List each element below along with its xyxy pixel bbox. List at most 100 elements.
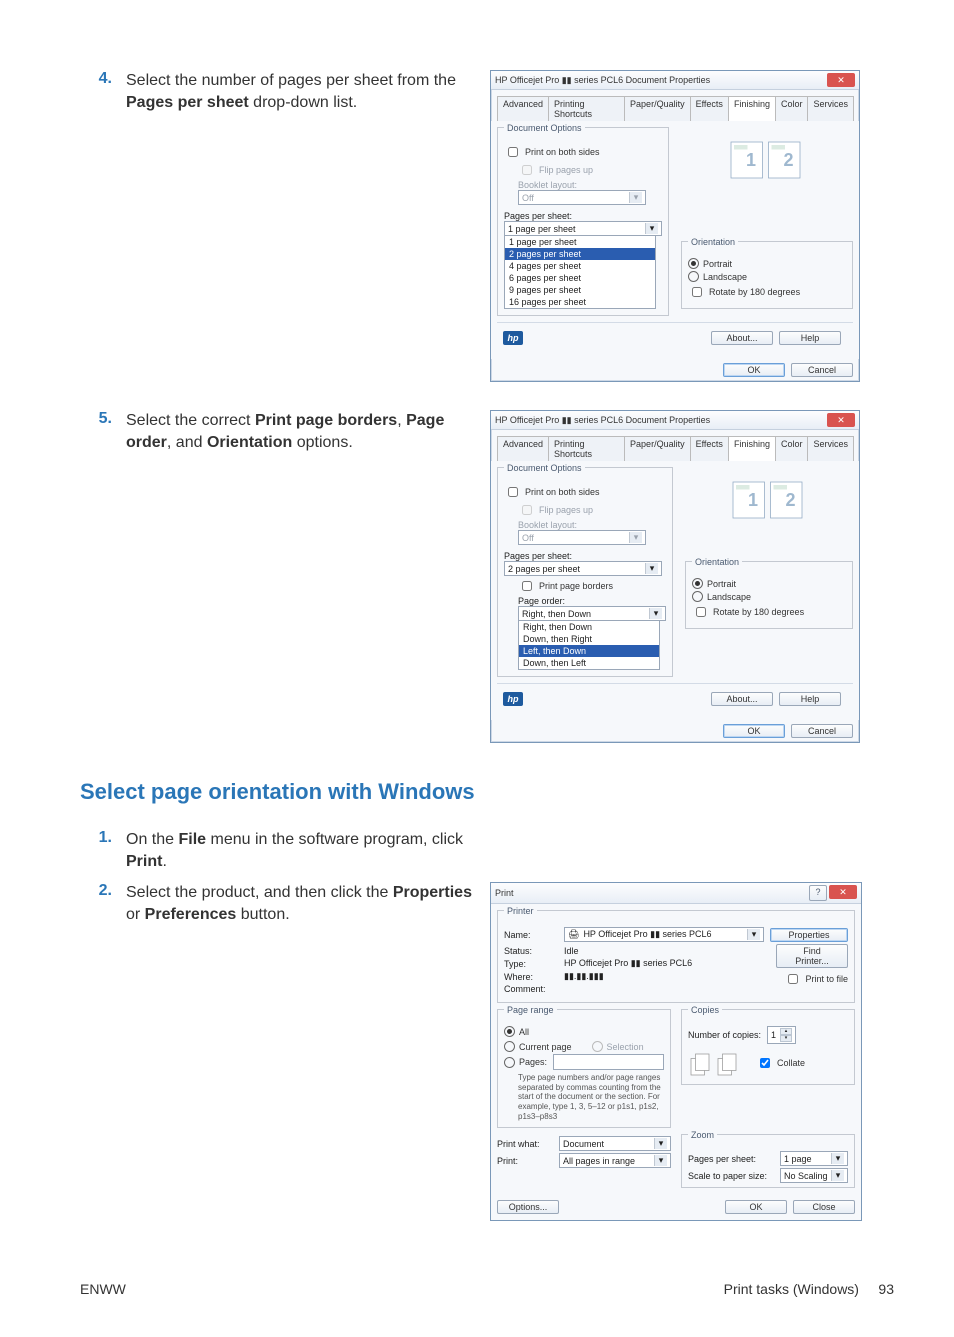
page-range-selection-radio: Selection [592,1041,644,1052]
status-value: Idle [564,946,579,956]
document-properties-dialog-1: HP Officejet Pro ▮▮ series PCL6 Document… [490,70,860,382]
cancel-button[interactable]: Cancel [791,363,853,377]
printer-name-select[interactable]: 🖨HP Officejet Pro ▮▮ series PCL6 ▾ [564,927,764,942]
collate-checkbox[interactable]: Collate [756,1055,805,1071]
document-properties-dialog-2: HP Officejet Pro ▮▮ series PCL6 Document… [490,410,860,743]
print-what-select[interactable]: Document▾ [559,1136,671,1151]
print-select[interactable]: All pages in range▾ [559,1153,671,1168]
ok-button[interactable]: OK [725,1200,787,1214]
print-dialog: Print ? ✕ Printer Name: 🖨HP Officejet Pr… [490,882,862,1221]
pps-option[interactable]: 16 pages per sheet [505,296,655,308]
close-icon[interactable]: ✕ [827,73,855,87]
help-button[interactable]: Help [779,692,841,706]
hp-logo-icon: hp [503,331,523,345]
close-button[interactable]: Close [793,1200,855,1214]
booklet-layout-select: Off▾ [518,190,646,205]
num-copies-input[interactable]: 1▴▾ [767,1026,796,1044]
tab-advanced[interactable]: Advanced [497,436,549,461]
tab-services[interactable]: Services [807,436,854,461]
print-on-both-sides-checkbox[interactable]: Print on both sides [504,484,666,500]
tab-advanced[interactable]: Advanced [497,96,549,121]
tab-effects[interactable]: Effects [690,436,729,461]
layout-preview: 1 2 [681,127,853,201]
zoom-scale-select[interactable]: No Scaling▾ [780,1168,848,1183]
print-what-label: Print what: [497,1139,553,1149]
help-button[interactable]: Help [779,331,841,345]
pps-option[interactable]: 9 pages per sheet [505,284,655,296]
printer-icon: 🖨 [568,929,579,940]
page-range-current-radio[interactable]: Current page [504,1041,572,1052]
close-icon[interactable]: ✕ [827,413,855,427]
help-icon[interactable]: ? [809,885,827,901]
tab-color[interactable]: Color [775,436,809,461]
footer-section: Print tasks (Windows) [724,1281,859,1297]
properties-button[interactable]: Properties [770,928,848,942]
page-order-option[interactable]: Down, then Right [519,633,659,645]
pps-option[interactable]: 2 pages per sheet [505,248,655,260]
svg-text:1: 1 [748,490,758,510]
tab-paper-quality[interactable]: Paper/Quality [624,436,691,461]
page-order-option[interactable]: Left, then Down [519,645,659,657]
print-on-both-sides-checkbox[interactable]: Print on both sides [504,144,662,160]
about-button[interactable]: About... [711,331,773,345]
cancel-button[interactable]: Cancel [791,724,853,738]
orientation-landscape-radio[interactable]: Landscape [692,591,846,602]
tab-printing-shortcuts[interactable]: Printing Shortcuts [548,96,625,121]
pages-per-sheet-dropdown[interactable]: 1 page per sheet 2 pages per sheet 4 pag… [504,236,656,309]
name-label: Name: [504,930,558,940]
pps-option[interactable]: 6 pages per sheet [505,272,655,284]
step-number: 1. [80,829,112,847]
comment-label: Comment: [504,984,558,994]
ok-button[interactable]: OK [723,363,785,377]
rotate-180-checkbox[interactable]: Rotate by 180 degrees [688,284,846,300]
tab-strip: Advanced Printing Shortcuts Paper/Qualit… [491,90,859,121]
tab-printing-shortcuts[interactable]: Printing Shortcuts [548,436,625,461]
page-order-option[interactable]: Right, then Down [519,621,659,633]
page-order-option[interactable]: Down, then Left [519,657,659,669]
zoom-pps-label: Pages per sheet: [688,1154,774,1164]
hp-logo-icon: hp [503,692,523,706]
pps-option[interactable]: 4 pages per sheet [505,260,655,272]
options-button[interactable]: Options... [497,1200,559,1214]
find-printer-button[interactable]: Find Printer... [776,944,848,968]
zoom-pps-select[interactable]: 1 page▾ [780,1151,848,1166]
page-order-dropdown[interactable]: Right, then Down Down, then Right Left, … [518,621,660,670]
pages-help-text: Type page numbers and/or page ranges sep… [504,1073,664,1121]
type-value: HP Officejet Pro ▮▮ series PCL6 [564,958,692,969]
pages-per-sheet-select[interactable]: 2 pages per sheet▾ [504,561,662,576]
pages-input[interactable] [553,1054,664,1070]
tab-finishing[interactable]: Finishing [728,436,776,461]
tab-color[interactable]: Color [775,96,809,121]
orientation-portrait-radio[interactable]: Portrait [688,258,846,269]
tab-finishing[interactable]: Finishing [728,96,776,121]
dialog-title: HP Officejet Pro ▮▮ series PCL6 Document… [495,75,710,86]
tab-paper-quality[interactable]: Paper/Quality [624,96,691,121]
page-range-pages-radio[interactable]: Pages: [504,1057,547,1068]
close-icon[interactable]: ✕ [829,885,857,899]
page-range-all-radio[interactable]: All [504,1026,664,1037]
document-options-group: Document Options Print on both sides Fli… [497,127,669,316]
page-order-select[interactable]: Right, then Down▾ [518,606,666,621]
layout-preview: 1 2 [685,467,853,541]
pps-option[interactable]: 1 page per sheet [505,236,655,248]
about-button[interactable]: About... [711,692,773,706]
dialog-title: HP Officejet Pro ▮▮ series PCL6 Document… [495,415,710,426]
svg-text:2: 2 [786,490,796,510]
footer-left: ENWW [80,1281,126,1297]
step-number: 4. [80,70,112,88]
ok-button[interactable]: OK [723,724,785,738]
dialog-title: Print [495,888,514,898]
tab-effects[interactable]: Effects [690,96,729,121]
orientation-landscape-radio[interactable]: Landscape [688,271,846,282]
print-to-file-checkbox[interactable]: Print to file [776,971,848,987]
pages-per-sheet-label: Pages per sheet: [504,211,662,221]
zoom-group: Zoom Pages per sheet: 1 page▾ Scale to p… [681,1134,855,1188]
booklet-layout-label: Booklet layout: [518,520,666,530]
step-text: Select the correct Print page borders, P… [126,410,490,453]
pages-per-sheet-select[interactable]: 1 page per sheet▾ [504,221,662,236]
rotate-180-checkbox[interactable]: Rotate by 180 degrees [692,604,846,620]
tab-services[interactable]: Services [807,96,854,121]
print-page-borders-checkbox[interactable]: Print page borders [518,578,666,594]
document-options-group: Document Options Print on both sides Fli… [497,467,673,677]
orientation-portrait-radio[interactable]: Portrait [692,578,846,589]
